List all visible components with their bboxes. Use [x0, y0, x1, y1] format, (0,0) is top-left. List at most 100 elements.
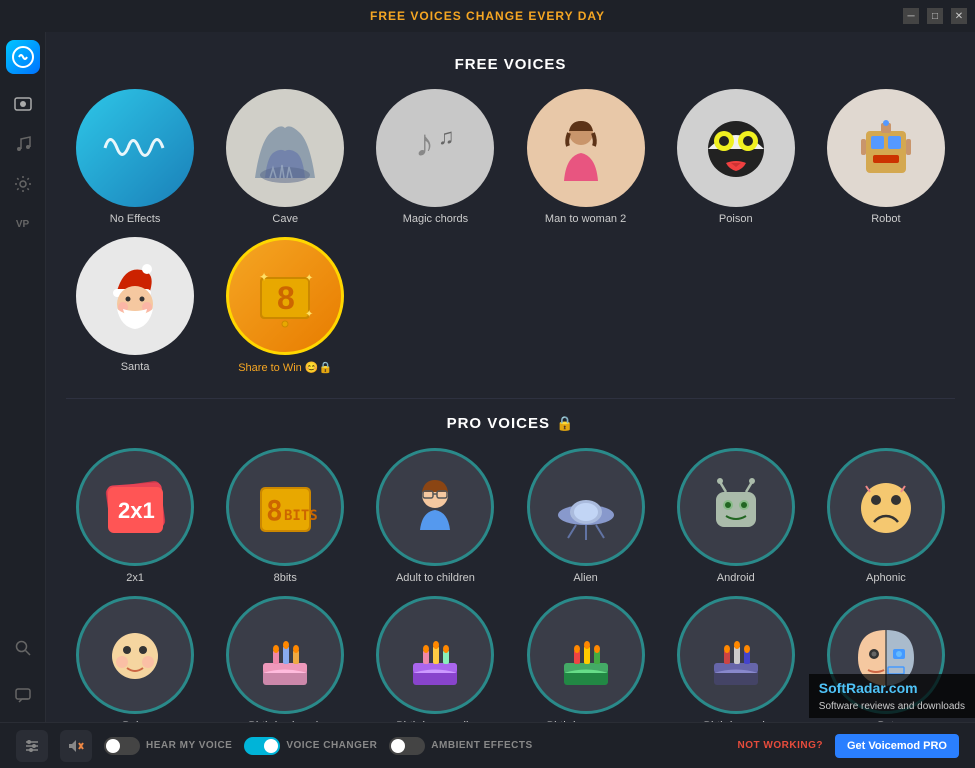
- voice-circle-adult-to-children: [376, 448, 494, 566]
- sidebar: VP: [0, 32, 46, 722]
- voice-item-8bits[interactable]: 8 BITS 8bits: [216, 448, 354, 584]
- voice-circle-android: [677, 448, 795, 566]
- svg-text:♫: ♫: [438, 124, 455, 149]
- voice-circle-magic-chords: ♪ ♫: [376, 89, 494, 207]
- voice-circle-no-effects: [76, 89, 194, 207]
- title-bar: FREE VOICES CHANGE EVERY DAY ─ □ ✕: [0, 0, 975, 32]
- voice-changer-label: VOICE CHANGER: [286, 740, 377, 751]
- sidebar-item-music[interactable]: [5, 126, 41, 162]
- voice-item-man-to-woman[interactable]: Man to woman 2: [517, 89, 655, 225]
- voice-item-adult-to-children[interactable]: Adult to children: [366, 448, 504, 584]
- voice-label-man-to-woman: Man to woman 2: [545, 213, 626, 225]
- sidebar-item-voicemod[interactable]: [5, 86, 41, 122]
- svg-text:✦: ✦: [305, 309, 313, 320]
- voice-label-santa: Santa: [121, 361, 150, 373]
- voice-item-santa[interactable]: Santa: [66, 237, 204, 374]
- voice-label-share-to-win: Share to Win 😊🔒: [238, 361, 332, 374]
- voice-item-birthday-beach[interactable]: Birthday beach: [216, 596, 354, 722]
- voice-circle-aphonic: [827, 448, 945, 566]
- ambient-effects-toggle-group: AMBIENT EFFECTS: [389, 737, 532, 755]
- main-content: FREE VOICES No Effects: [46, 32, 975, 722]
- ambient-effects-toggle[interactable]: [389, 737, 425, 755]
- window-controls[interactable]: ─ □ ✕: [903, 8, 967, 24]
- voice-label-alien: Alien: [573, 572, 597, 584]
- svg-text:2x1: 2x1: [118, 498, 155, 523]
- sidebar-item-vp[interactable]: VP: [5, 206, 41, 242]
- section-divider: [66, 398, 955, 399]
- sidebar-item-chat[interactable]: [5, 678, 41, 714]
- svg-text:8: 8: [266, 494, 283, 527]
- voice-label-magic-chords: Magic chords: [403, 213, 468, 225]
- voice-circle-cave: [226, 89, 344, 207]
- pro-voices-label: PRO VOICES: [447, 415, 550, 432]
- pro-voices-lock-icon: 🔒: [556, 415, 574, 432]
- voice-item-no-effects[interactable]: No Effects: [66, 89, 204, 225]
- mute-button[interactable]: [60, 730, 92, 762]
- hear-my-voice-toggle[interactable]: [104, 737, 140, 755]
- app-logo[interactable]: [6, 40, 40, 74]
- voice-changer-toggle[interactable]: [244, 737, 280, 755]
- voice-item-share-to-win[interactable]: 8 ✦ ✦ ✦ Share to Win 😊🔒: [216, 237, 354, 374]
- title-bar-text: FREE VOICES CHANGE EVERY DAY: [370, 9, 605, 23]
- minimize-button[interactable]: ─: [903, 8, 919, 24]
- voice-label-2x1: 2x1: [126, 572, 144, 584]
- voice-circle-birthday-rock: [677, 596, 795, 714]
- voice-circle-robot: [827, 89, 945, 207]
- pro-voices-header: PRO VOICES 🔒: [66, 415, 955, 432]
- voice-circle-birthday-capella: [376, 596, 494, 714]
- voice-changer-toggle-group: VOICE CHANGER: [244, 737, 377, 755]
- voice-circle-man-to-woman: [527, 89, 645, 207]
- voice-item-birthday-capella[interactable]: Birthday capella: [366, 596, 504, 722]
- voice-item-birthday-reggae[interactable]: Birthday reggae: [517, 596, 655, 722]
- voice-circle-santa: [76, 237, 194, 355]
- voice-circle-8bits: 8 BITS: [226, 448, 344, 566]
- not-working-status[interactable]: NOT WORKING?: [738, 740, 823, 751]
- voice-label-no-effects: No Effects: [110, 213, 161, 225]
- hear-my-voice-toggle-group: HEAR MY VOICE: [104, 737, 232, 755]
- free-voices-grid: No Effects Cave ♪: [66, 89, 955, 374]
- sidebar-item-settings[interactable]: [5, 166, 41, 202]
- ambient-effects-label: AMBIENT EFFECTS: [431, 740, 532, 751]
- app-body: VP FREE VOICES: [0, 32, 975, 722]
- svg-text:✦: ✦: [259, 270, 269, 284]
- voice-circle-alien: [527, 448, 645, 566]
- voice-circle-baby: [76, 596, 194, 714]
- pro-voices-grid: 2x1 2x1 8 BITS 8bits: [66, 448, 955, 722]
- voice-circle-birthday-reggae: [527, 596, 645, 714]
- voice-item-cave[interactable]: Cave: [216, 89, 354, 225]
- svg-text:BITS: BITS: [284, 508, 318, 524]
- voice-label-robot: Robot: [871, 213, 900, 225]
- voice-item-android[interactable]: Android: [667, 448, 805, 584]
- voice-label-8bits: 8bits: [274, 572, 297, 584]
- voice-label-android: Android: [717, 572, 755, 584]
- sidebar-item-search[interactable]: [5, 630, 41, 666]
- free-voices-header: FREE VOICES: [66, 56, 955, 73]
- settings-bottom-button[interactable]: [16, 730, 48, 762]
- voice-item-birthday-rock[interactable]: Birthday rock: [667, 596, 805, 722]
- svg-text:8: 8: [277, 280, 295, 316]
- voice-item-robot[interactable]: Robot: [817, 89, 955, 225]
- hear-my-voice-label: HEAR MY VOICE: [146, 740, 232, 751]
- voice-item-baby[interactable]: Baby: [66, 596, 204, 722]
- close-button[interactable]: ✕: [951, 8, 967, 24]
- svg-text:♪: ♪: [415, 123, 434, 165]
- bottom-bar: HEAR MY VOICE VOICE CHANGER AMBIENT EFFE…: [0, 722, 975, 768]
- voice-item-alien[interactable]: Alien: [517, 448, 655, 584]
- get-pro-button[interactable]: Get Voicemod PRO: [835, 734, 959, 758]
- voice-circle-poison: [677, 89, 795, 207]
- voice-item-2x1[interactable]: 2x1 2x1: [66, 448, 204, 584]
- voice-label-poison: Poison: [719, 213, 753, 225]
- voice-label-adult-to-children: Adult to children: [396, 572, 475, 584]
- voice-item-poison[interactable]: Poison: [667, 89, 805, 225]
- voice-circle-bot: [827, 596, 945, 714]
- voice-item-bot[interactable]: Bot: [817, 596, 955, 722]
- voice-label-aphonic: Aphonic: [866, 572, 906, 584]
- voice-circle-2x1: 2x1: [76, 448, 194, 566]
- svg-text:✦: ✦: [305, 273, 313, 284]
- voice-circle-birthday-beach: [226, 596, 344, 714]
- maximize-button[interactable]: □: [927, 8, 943, 24]
- voice-circle-share: 8 ✦ ✦ ✦: [226, 237, 344, 355]
- voice-item-aphonic[interactable]: Aphonic: [817, 448, 955, 584]
- voice-item-magic-chords[interactable]: ♪ ♫ Magic chords: [366, 89, 504, 225]
- voice-label-cave: Cave: [272, 213, 298, 225]
